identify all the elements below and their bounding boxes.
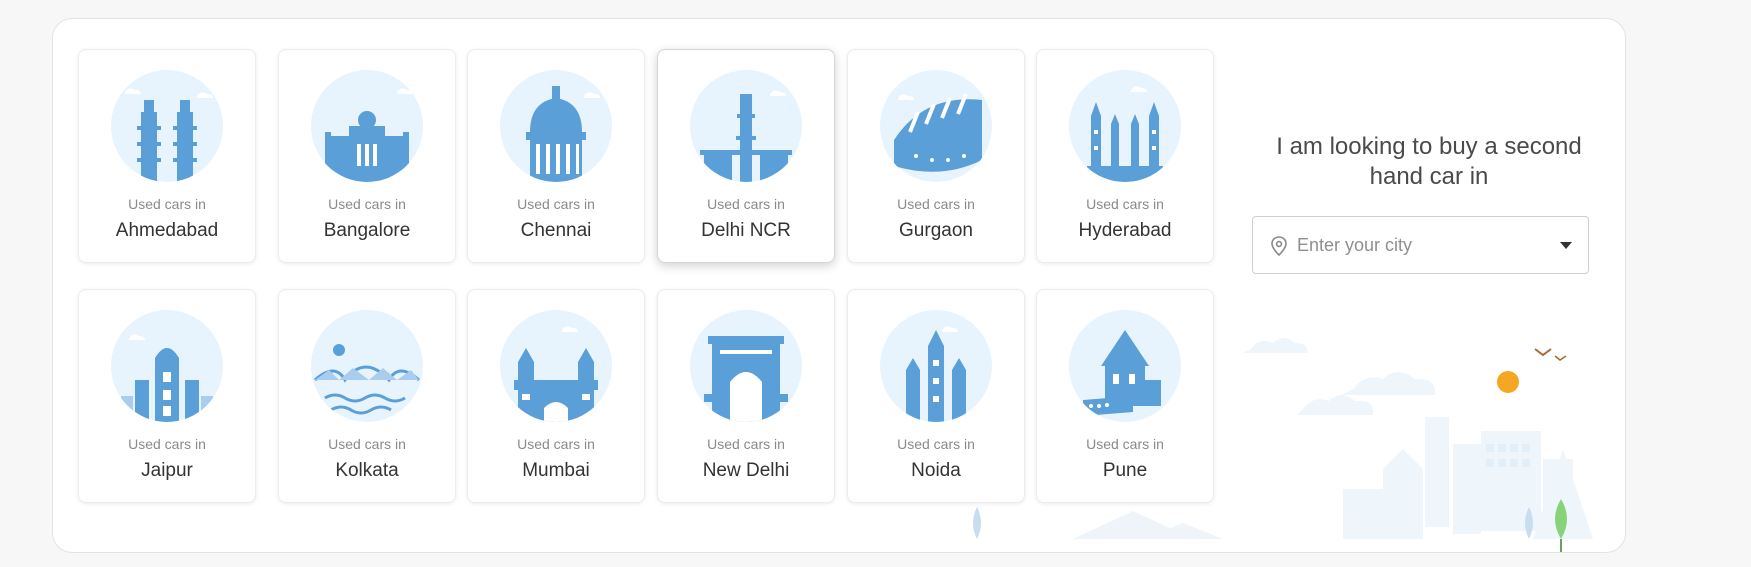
city-name: Pune [1102,460,1148,481]
card-prefix: Used cars in [1086,436,1164,452]
city-name: Jaipur [141,460,193,481]
city-name: Mumbai [522,460,590,481]
city-card-noida[interactable]: Used cars in Noida [847,289,1025,503]
city-name: New Delhi [702,460,790,481]
gurgaon-landmark-icon [880,70,992,182]
location-pin-icon [1271,236,1287,256]
card-prefix: Used cars in [128,436,206,452]
city-name: Bangalore [323,220,411,241]
card-prefix: Used cars in [128,196,206,212]
card-prefix: Used cars in [517,436,595,452]
city-select[interactable]: Enter your city [1252,216,1589,274]
card-prefix: Used cars in [1086,196,1164,212]
city-name: Noida [911,460,961,481]
card-prefix: Used cars in [517,196,595,212]
hyderabad-landmark-icon [1069,70,1181,182]
city-name: Ahmedabad [115,220,219,241]
pune-landmark-icon [1069,310,1181,422]
city-card-jaipur[interactable]: Used cars in Jaipur [78,289,256,503]
city-card-pune[interactable]: Used cars in Pune [1036,289,1214,503]
page-title: I am looking to buy a second hand car in [1276,133,1582,190]
chennai-landmark-icon [500,70,612,182]
bangalore-landmark-icon [311,70,423,182]
city-card-mumbai[interactable]: Used cars in Mumbai [467,289,645,503]
city-grid: Used cars in Ahmedabad Used cars in Bang… [53,19,1233,552]
card-prefix: Used cars in [707,436,785,452]
kolkata-landmark-icon [311,310,423,422]
city-name: Delhi NCR [701,220,791,241]
city-select-placeholder: Enter your city [1297,235,1413,255]
mumbai-landmark-icon [500,310,612,422]
card-prefix: Used cars in [328,196,406,212]
city-name: Hyderabad [1078,220,1172,241]
ahmedabad-landmark-icon [111,70,223,182]
city-card-delhi-ncr[interactable]: Used cars in Delhi NCR [657,49,835,263]
city-search-side: I am looking to buy a second hand car in… [1233,19,1625,552]
city-card-chennai[interactable]: Used cars in Chennai [467,49,645,263]
city-name: Kolkata [335,460,399,481]
new-delhi-landmark-icon [690,310,802,422]
city-card-hyderabad[interactable]: Used cars in Hyderabad [1036,49,1214,263]
city-card-ahmedabad[interactable]: Used cars in Ahmedabad [78,49,256,263]
city-card-kolkata[interactable]: Used cars in Kolkata [278,289,456,503]
card-prefix: Used cars in [897,436,975,452]
city-card-bangalore[interactable]: Used cars in Bangalore [278,49,456,263]
jaipur-landmark-icon [111,310,223,422]
city-name: Chennai [520,220,592,241]
card-prefix: Used cars in [328,436,406,452]
card-prefix: Used cars in [897,196,975,212]
card-prefix: Used cars in [707,196,785,212]
used-cars-city-panel: Used cars in Ahmedabad Used cars in Bang… [52,18,1626,553]
noida-landmark-icon [880,310,992,422]
city-card-gurgaon[interactable]: Used cars in Gurgaon [847,49,1025,263]
city-name: Gurgaon [899,220,973,241]
city-card-new-delhi[interactable]: Used cars in New Delhi [657,289,835,503]
delhi-ncr-landmark-icon [690,70,802,182]
chevron-down-icon [1560,242,1572,249]
